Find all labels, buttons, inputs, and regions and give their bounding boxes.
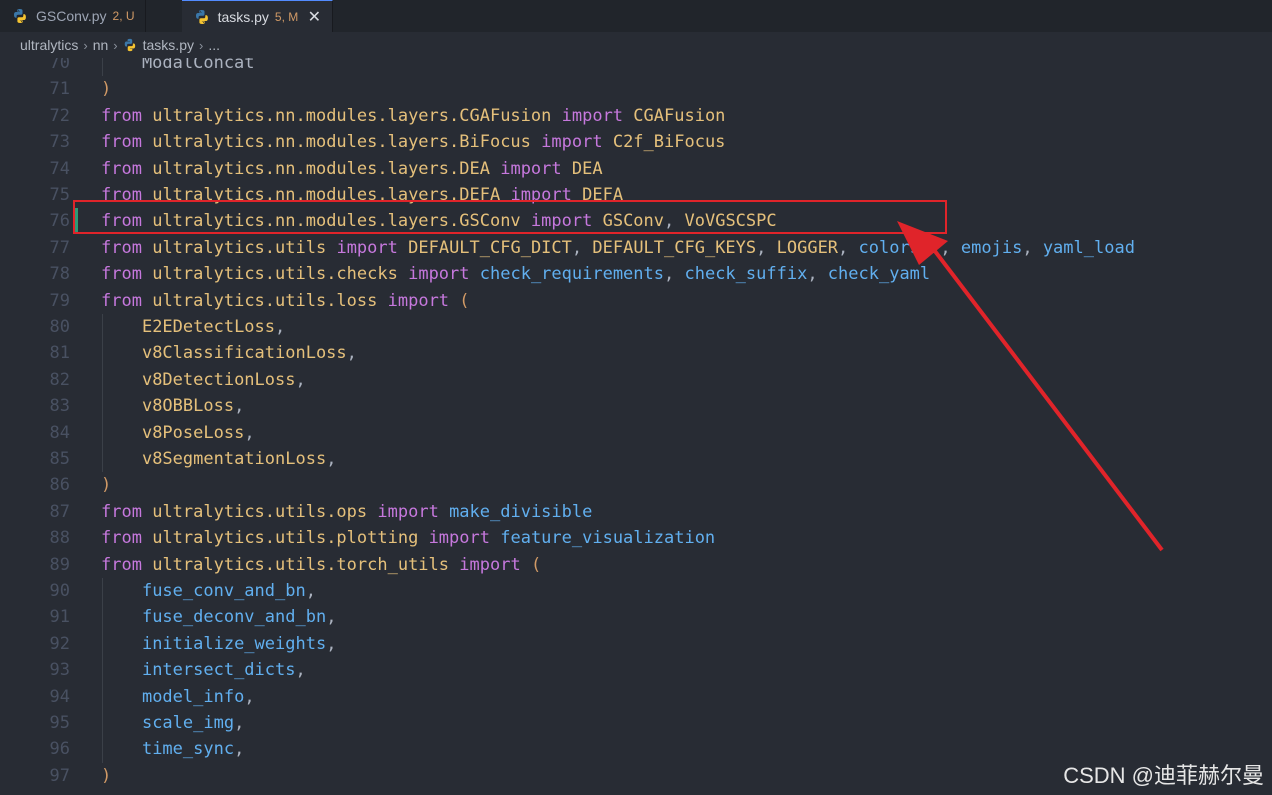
watermark: CSDN @迪菲赫尔曼 [1063, 763, 1264, 788]
annotation-arrow [897, 221, 1164, 552]
